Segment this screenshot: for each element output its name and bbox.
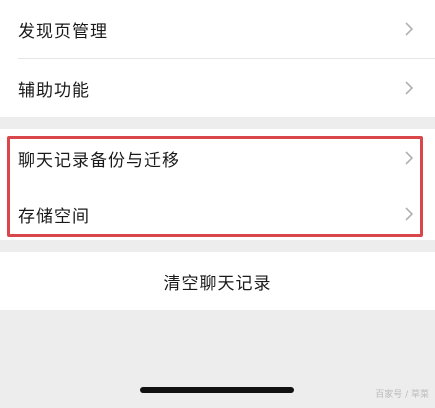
settings-group-mid: 聊天记录备份与迁移 存储空间 — [0, 129, 435, 240]
storage-label: 存储空间 — [18, 206, 90, 227]
clear-chat-history-button[interactable]: 清空聊天记录 — [0, 252, 435, 310]
chevron-right-icon — [405, 207, 414, 221]
storage-row[interactable]: 存储空间 — [0, 185, 435, 243]
accessibility-row[interactable]: 辅助功能 — [0, 59, 435, 117]
settings-group-top: 发现页管理 辅助功能 — [0, 0, 435, 117]
chat-backup-migration-row[interactable]: 聊天记录备份与迁移 — [0, 129, 435, 187]
chevron-right-icon — [405, 81, 414, 95]
settings-page: 发现页管理 辅助功能 聊天记录备份与迁移 存储空间 清空聊天记录 百家号 / 草… — [0, 0, 435, 408]
chat-backup-migration-label: 聊天记录备份与迁移 — [18, 150, 180, 171]
watermark: 百家号 / 草菜 — [375, 390, 429, 400]
accessibility-label: 辅助功能 — [18, 80, 90, 101]
home-indicator[interactable] — [140, 387, 294, 393]
settings-group-bottom: 清空聊天记录 — [0, 252, 435, 310]
discover-management-label: 发现页管理 — [18, 21, 108, 42]
chevron-right-icon — [405, 151, 414, 165]
chevron-right-icon — [405, 22, 414, 36]
discover-management-row[interactable]: 发现页管理 — [0, 0, 435, 58]
